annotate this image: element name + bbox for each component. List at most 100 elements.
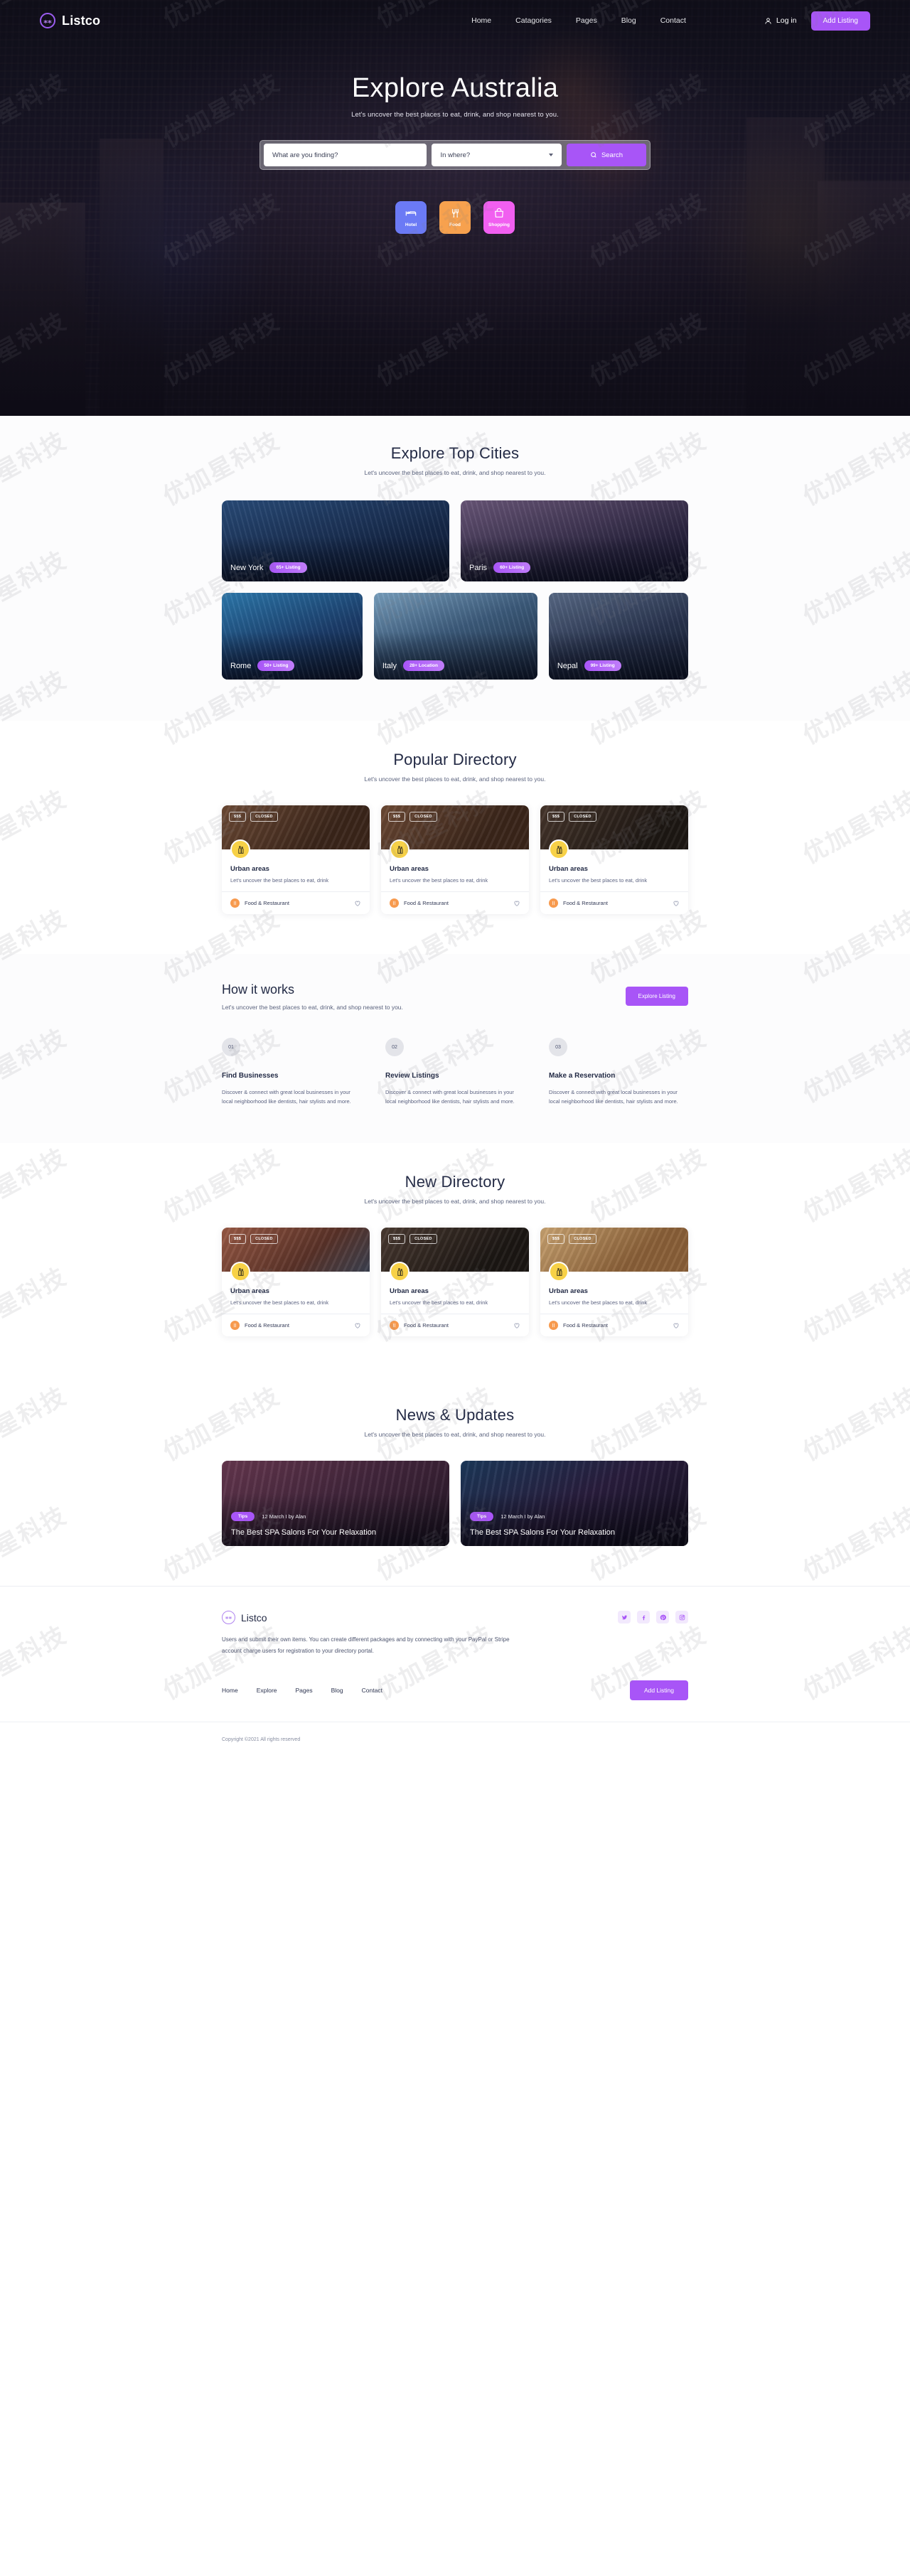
listco-landing-page: ⁎⁎ Listco Home Catagories Pages Blog Con…	[0, 0, 910, 1757]
city-name: Rome	[230, 661, 252, 670]
heart-icon[interactable]	[513, 1322, 520, 1329]
nav-link-home[interactable]: Home	[471, 16, 491, 25]
bed-icon	[405, 211, 417, 216]
footer-link-explore[interactable]: Explore	[257, 1687, 277, 1694]
listing-image: $$$ CLOSED	[222, 1228, 370, 1282]
city-card[interactable]: New York 65+ Listing	[222, 500, 449, 581]
hero-subtitle: Let's uncover the best places to eat, dr…	[351, 111, 559, 119]
food-category-icon	[390, 898, 399, 908]
listing-text: Let's uncover the best places to eat, dr…	[549, 877, 648, 884]
food-category-icon	[549, 898, 558, 908]
hero-content: Explore Australia Let's uncover the best…	[0, 41, 910, 234]
heart-icon[interactable]	[354, 900, 361, 907]
explore-top-cities-section: Explore Top Cities Let's uncover the bes…	[0, 416, 910, 721]
search-what-input[interactable]: What are you finding?	[264, 144, 427, 166]
nav-links: Home Catagories Pages Blog Contact	[471, 16, 686, 25]
news-badge: Tips	[470, 1512, 494, 1522]
listing-card[interactable]: $$$ CLOSED Urban areas Let's uncover the…	[222, 805, 370, 914]
city-card[interactable]: Italy 28+ Location	[373, 593, 537, 680]
twitter-icon[interactable]	[618, 1611, 631, 1624]
listing-category: Food & Restaurant	[404, 900, 449, 906]
listing-footer: Food & Restaurant	[222, 891, 370, 914]
city-listing-badge: 60+ Listing	[493, 562, 531, 573]
price-pill: $$$	[547, 1234, 565, 1245]
cities-subtitle: Let's uncover the best places to eat, dr…	[364, 469, 546, 476]
new-directory-section: New Directory Let's uncover the best pla…	[0, 1143, 910, 1376]
facebook-icon[interactable]	[637, 1611, 650, 1624]
category-food[interactable]: Food	[439, 201, 471, 234]
footer-bottom: Copyright ©2021 All rights reserved	[0, 1722, 910, 1757]
heart-icon[interactable]	[354, 1322, 361, 1329]
pinterest-icon[interactable]	[656, 1611, 669, 1624]
listing-pills: $$$ CLOSED	[547, 1234, 596, 1245]
city-card[interactable]: Rome 50+ Listing	[222, 593, 363, 680]
footer-link-contact[interactable]: Contact	[362, 1687, 382, 1694]
how-title: How it works	[222, 982, 295, 997]
footer-link-blog[interactable]: Blog	[331, 1687, 343, 1694]
step-title: Make a Reservation	[549, 1072, 616, 1080]
explore-listing-button[interactable]: Explore Listing	[625, 987, 688, 1006]
heart-icon[interactable]	[673, 1322, 680, 1329]
nav-link-blog[interactable]: Blog	[621, 16, 636, 25]
listing-card[interactable]: $$$ CLOSED Urban areas Let's uncover the…	[381, 1228, 529, 1337]
heart-icon[interactable]	[673, 900, 680, 907]
cities-header: Explore Top Cities Let's uncover the bes…	[222, 444, 688, 476]
footer-brand[interactable]: ⁎⁎ Listco	[222, 1611, 520, 1625]
drink-bottles-icon	[397, 845, 403, 854]
news-card[interactable]: Tips 12 March I by Alan The Best SPA Sal…	[222, 1461, 449, 1547]
step-text: Discover & connect with great local busi…	[549, 1089, 678, 1105]
chevron-down-icon	[549, 154, 553, 156]
login-button[interactable]: Log in	[764, 16, 797, 25]
price-pill: $$$	[547, 812, 565, 822]
price-pill: $$$	[229, 812, 247, 822]
listing-card[interactable]: $$$ CLOSED Urban areas Let's uncover the…	[222, 1228, 370, 1337]
city-card[interactable]: Paris 60+ Listing	[461, 500, 688, 581]
step-number: 02	[385, 1038, 404, 1056]
listing-title: Urban areas	[549, 1287, 588, 1296]
search-where-select[interactable]: In where?	[432, 144, 562, 166]
fork-spoon-icon	[552, 1324, 555, 1328]
footer-add-listing-button[interactable]: Add Listing	[629, 1680, 688, 1701]
food-category-icon	[549, 1321, 558, 1331]
popular-directory-section: Popular Directory Let's uncover the best…	[0, 721, 910, 954]
how-steps: 01 Find Businesses Discover & connect wi…	[222, 1038, 688, 1106]
nav-link-pages[interactable]: Pages	[576, 16, 597, 25]
footer-socials	[618, 1611, 688, 1624]
page-footer: ⁎⁎ Listco Users and submit their own ite…	[0, 1586, 910, 1757]
hero-section: ⁎⁎ Listco Home Catagories Pages Blog Con…	[0, 0, 910, 416]
brand-logo[interactable]: ⁎⁎ Listco	[40, 13, 100, 28]
listing-card[interactable]: $$$ CLOSED Urban areas Let's uncover the…	[540, 805, 688, 914]
step-number: 03	[549, 1038, 567, 1056]
footer-link-home[interactable]: Home	[222, 1687, 238, 1694]
instagram-icon[interactable]	[675, 1611, 688, 1624]
drink-bottles-icon	[397, 1267, 403, 1276]
nav-link-catagories[interactable]: Catagories	[515, 16, 552, 25]
search-button[interactable]: Search	[567, 144, 646, 166]
news-card[interactable]: Tips 12 March I by Alan The Best SPA Sal…	[461, 1461, 688, 1547]
category-shopping[interactable]: Shopping	[483, 201, 515, 234]
how-step: 03 Make a Reservation Discover & connect…	[549, 1038, 688, 1106]
drink-bottles-icon	[237, 1267, 244, 1276]
nav-link-contact[interactable]: Contact	[660, 16, 686, 25]
listing-footer: Food & Restaurant	[540, 1314, 688, 1336]
how-it-works-section: How it works Let's uncover the best plac…	[0, 954, 910, 1144]
listing-card[interactable]: $$$ CLOSED Urban areas Let's uncover the…	[540, 1228, 688, 1337]
city-card[interactable]: Nepal 99+ Listing	[548, 593, 688, 680]
city-listing-badge: 99+ Listing	[584, 660, 621, 671]
category-hotel[interactable]: Hotel	[395, 201, 427, 234]
heart-icon[interactable]	[513, 900, 520, 907]
fork-spoon-icon	[233, 901, 237, 906]
add-listing-button[interactable]: Add Listing	[810, 11, 870, 31]
main-navigation: ⁎⁎ Listco Home Catagories Pages Blog Con…	[0, 0, 910, 41]
popular-card-grid: $$$ CLOSED Urban areas Let's uncover the…	[222, 805, 688, 914]
popular-header: Popular Directory Let's uncover the best…	[222, 751, 688, 783]
fork-spoon-icon	[452, 209, 459, 218]
drink-bottles-icon	[556, 1267, 562, 1276]
listing-card[interactable]: $$$ CLOSED Urban areas Let's uncover the…	[381, 805, 529, 914]
listing-avatar	[390, 839, 410, 859]
hero-category-buttons: Hotel Food Shopping	[0, 201, 910, 234]
fork-spoon-icon	[552, 901, 555, 906]
listing-pills: $$$ CLOSED	[388, 812, 437, 822]
footer-link-pages[interactable]: Pages	[296, 1687, 313, 1694]
listing-pills: $$$ CLOSED	[229, 812, 278, 822]
